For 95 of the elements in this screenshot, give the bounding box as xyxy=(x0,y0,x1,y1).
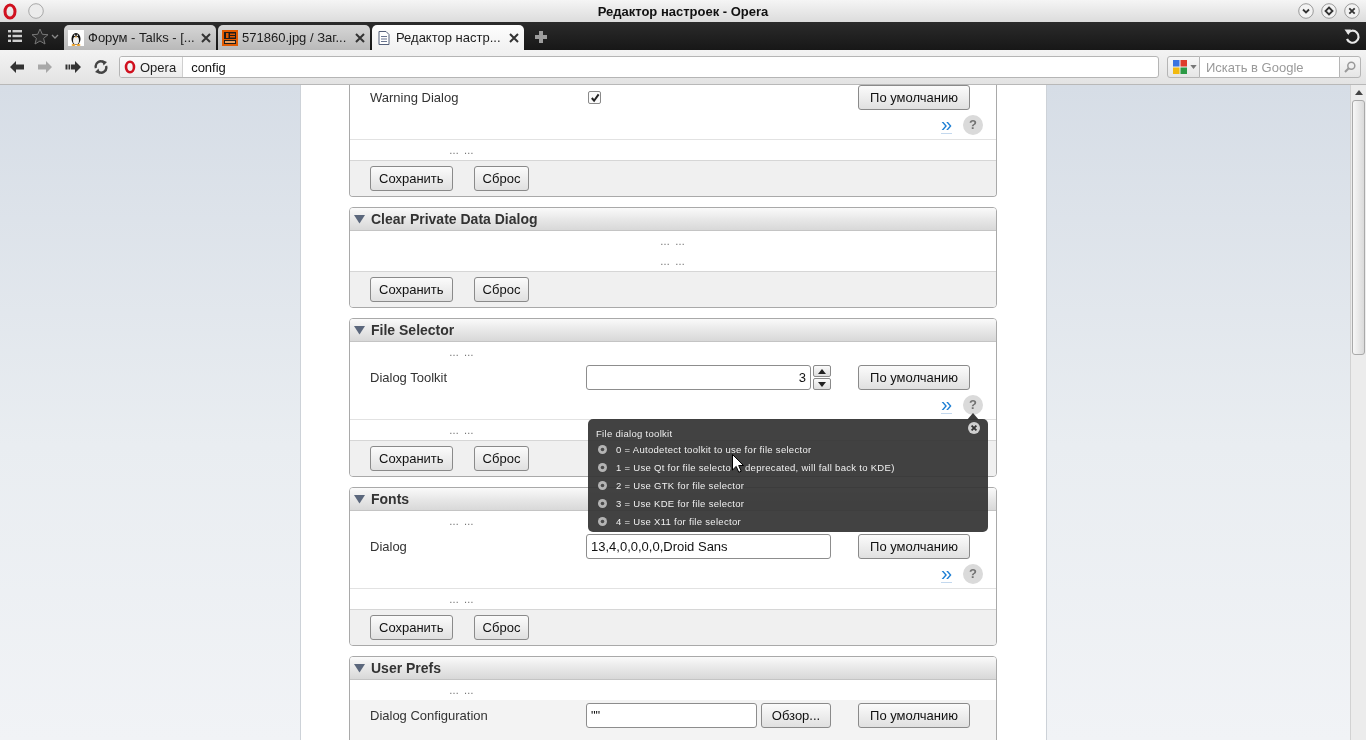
plus-icon[interactable] xyxy=(534,30,548,44)
reset-button[interactable]: Сброс xyxy=(473,446,530,471)
chevron-down-icon[interactable] xyxy=(51,33,59,39)
bullet-icon xyxy=(598,498,607,508)
mouse-pointer-icon xyxy=(732,454,745,473)
ellipsis-text: … … xyxy=(449,144,475,156)
section-title: Fonts xyxy=(371,491,410,507)
document-icon xyxy=(376,29,392,46)
section-title: User Prefs xyxy=(371,660,442,676)
setting-label: Dialog Configuration xyxy=(370,708,489,723)
triangle-down-icon[interactable] xyxy=(354,663,365,673)
default-button[interactable]: По умолчанию xyxy=(858,365,970,390)
setting-label: Dialog xyxy=(370,539,408,554)
tile-icon xyxy=(222,29,238,46)
number-field[interactable]: 3 xyxy=(586,365,811,390)
section-title: Clear Private Data Dialog xyxy=(371,211,538,227)
back-arrow-icon[interactable] xyxy=(9,59,25,75)
tooltip-title: File dialog toolkit xyxy=(596,427,673,439)
tab[interactable]: 571860.jpg / Заг... xyxy=(218,25,370,50)
save-button[interactable]: Сохранить xyxy=(370,277,453,302)
checkbox[interactable] xyxy=(588,91,601,104)
option-text[interactable]: 0 = Autodetect toolkit to use for file selector xyxy=(616,443,812,455)
close-icon[interactable] xyxy=(201,32,211,43)
default-button[interactable]: По умолчанию xyxy=(858,85,970,110)
caret-icon xyxy=(1190,65,1197,69)
penguin-icon xyxy=(68,29,84,46)
default-button[interactable]: По умолчанию xyxy=(858,703,970,728)
search-field[interactable]: Искать в Google xyxy=(1200,56,1339,78)
triangle-down-icon[interactable] xyxy=(354,214,365,224)
triangle-down-icon xyxy=(818,381,826,387)
reset-button[interactable]: Сброс xyxy=(473,277,530,302)
help-button[interactable]: ? xyxy=(963,394,983,415)
save-button[interactable]: Сохранить xyxy=(370,166,453,191)
bullet-icon xyxy=(598,516,607,526)
address-field[interactable]: config xyxy=(183,57,1158,77)
save-button[interactable]: Сохранить xyxy=(370,446,453,471)
logo-icon[interactable] xyxy=(3,2,17,20)
close-icon[interactable] xyxy=(509,32,519,43)
close-icon[interactable] xyxy=(1344,3,1360,19)
bullet-icon xyxy=(598,444,607,454)
ellipsis-text: … … xyxy=(449,593,475,605)
tab[interactable]: Редактор настр... xyxy=(372,25,524,50)
path-field[interactable]: "" xyxy=(586,703,757,728)
close-icon[interactable] xyxy=(355,32,365,43)
triangle-up-icon xyxy=(1354,90,1363,95)
ellipsis-text: … … xyxy=(660,255,686,267)
chevron-down-icon[interactable] xyxy=(1298,3,1314,19)
search-engine-button[interactable] xyxy=(1167,56,1200,78)
reload-icon[interactable] xyxy=(93,59,109,75)
option-text[interactable]: 3 = Use KDE for file selector xyxy=(616,497,745,509)
close-icon[interactable] xyxy=(968,422,980,434)
site-badge[interactable]: Opera xyxy=(120,57,184,77)
search-button[interactable] xyxy=(1339,56,1361,78)
expand-link[interactable]: » xyxy=(940,115,952,134)
ellipsis-text: … … xyxy=(660,235,686,247)
ellipsis-text: … … xyxy=(449,515,475,527)
bullet-icon xyxy=(598,480,607,490)
window-title: Редактор настроек - Opera xyxy=(597,3,769,19)
spin-down-button[interactable] xyxy=(813,378,831,390)
option-text[interactable]: 1 = Use Qt for file selecto xyxy=(616,461,732,473)
help-button[interactable]: ? xyxy=(963,563,983,584)
search-icon xyxy=(1344,61,1356,73)
logo-icon xyxy=(124,60,136,74)
tab[interactable]: Форум - Talks - [... xyxy=(64,25,216,50)
text-field[interactable]: 13,4,0,0,0,0,Droid Sans xyxy=(586,534,831,559)
diamond-icon[interactable] xyxy=(1321,3,1337,19)
triangle-down-icon[interactable] xyxy=(354,494,365,504)
star-icon[interactable] xyxy=(31,27,49,45)
undo-arrow-icon[interactable] xyxy=(1343,27,1361,45)
option-text[interactable]: 2 = Use GTK for file selector xyxy=(616,479,745,491)
scroll-thumb[interactable] xyxy=(1352,100,1365,355)
triangle-up-icon xyxy=(818,368,826,374)
menu-icon[interactable] xyxy=(8,30,22,42)
triangle-down-icon[interactable] xyxy=(354,325,365,335)
setting-label: Dialog Toolkit xyxy=(370,370,449,385)
address-bar[interactable]: Opera config xyxy=(119,56,1159,78)
ellipsis-text: … … xyxy=(449,424,475,436)
expand-link[interactable]: » xyxy=(940,564,952,583)
spin-up-button[interactable] xyxy=(813,365,831,377)
default-button[interactable]: По умолчанию xyxy=(858,534,970,559)
option-text[interactable]: 4 = Use X11 for file selector xyxy=(616,515,741,527)
setting-label: Warning Dialog xyxy=(370,90,460,105)
reset-button[interactable]: Сброс xyxy=(473,166,530,191)
help-button[interactable]: ? xyxy=(963,114,983,135)
bullet-icon xyxy=(598,462,607,472)
fast-forward-icon[interactable] xyxy=(65,59,81,75)
reset-button[interactable]: Сброс xyxy=(473,615,530,640)
expand-link[interactable]: » xyxy=(940,395,952,414)
option-text[interactable]: deprecated, will fall back to KDE) xyxy=(745,461,895,473)
section-title: File Selector xyxy=(371,322,455,338)
ellipsis-text: … … xyxy=(449,346,475,358)
ellipsis-text: … … xyxy=(449,684,475,696)
save-button[interactable]: Сохранить xyxy=(370,615,453,640)
browse-button[interactable]: Обзор... xyxy=(761,703,831,728)
search-engine-icon xyxy=(1173,60,1187,74)
